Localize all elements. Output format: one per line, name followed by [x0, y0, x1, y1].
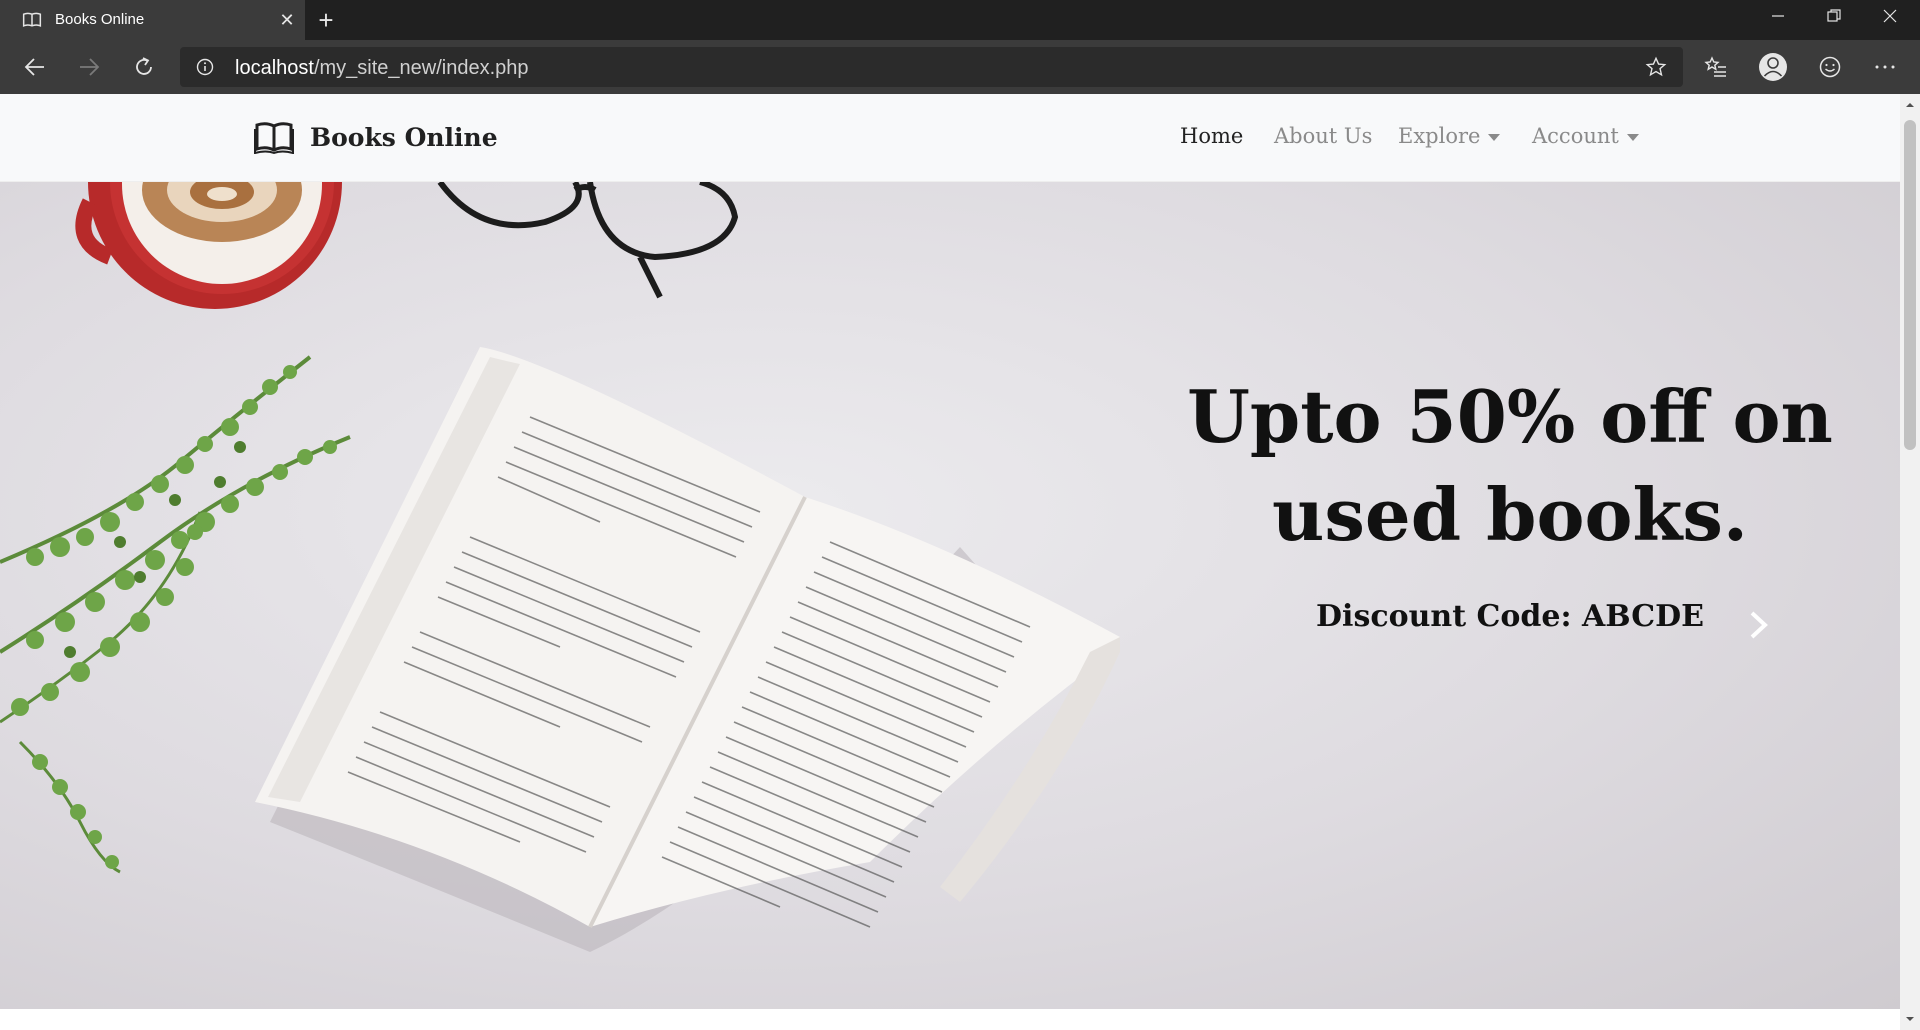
nav-explore-label: Explore	[1398, 124, 1481, 148]
page-viewport: Books Online Home About Us Explore Accou…	[0, 94, 1900, 1030]
minimize-icon	[1772, 15, 1784, 17]
nav-about-us[interactable]: About Us	[1274, 124, 1372, 148]
restore-button[interactable]	[1806, 0, 1862, 32]
nav-explore-dropdown[interactable]: Explore	[1398, 124, 1501, 148]
close-tab-icon[interactable]: ✕	[279, 10, 295, 30]
close-icon	[1883, 9, 1897, 23]
glasses-image	[437, 182, 739, 299]
tab-title: Books Online	[55, 11, 145, 28]
smiley-icon	[1819, 56, 1841, 78]
book-open-icon	[254, 122, 294, 154]
scroll-up-icon[interactable]	[1905, 100, 1915, 110]
more-button[interactable]	[1868, 51, 1902, 83]
minimize-button[interactable]	[1750, 0, 1806, 32]
caret-down-icon	[1488, 134, 1501, 141]
browser-tab[interactable]: Books Online ✕	[0, 0, 305, 40]
profile-icon	[1759, 53, 1787, 81]
page-scrollbar[interactable]	[1900, 94, 1920, 1030]
back-button[interactable]	[18, 51, 52, 83]
feedback-button[interactable]	[1813, 51, 1847, 83]
hero-background-image	[0, 182, 1120, 952]
browser-toolbar: localhost/my_site_new/index.php	[0, 40, 1920, 94]
favorites-list-icon	[1704, 56, 1726, 77]
browser-tab-bar: Books Online ✕ +	[0, 0, 1920, 40]
chevron-right-icon	[1750, 611, 1768, 639]
nav-account-dropdown[interactable]: Account	[1532, 124, 1639, 148]
forward-button[interactable]	[72, 51, 106, 83]
profile-button[interactable]	[1756, 51, 1790, 83]
nav-about-label: About Us	[1274, 124, 1373, 148]
address-bar[interactable]: localhost/my_site_new/index.php	[180, 47, 1683, 87]
info-icon[interactable]	[196, 58, 214, 76]
brand[interactable]: Books Online	[254, 120, 498, 154]
scrollbar-thumb[interactable]	[1904, 120, 1916, 450]
hero-carousel: Upto 50% off on used books. Discount Cod…	[0, 182, 1900, 1009]
scroll-down-icon[interactable]	[1905, 1014, 1915, 1024]
brand-name: Books Online	[310, 122, 498, 152]
hero-headline: Upto 50% off on used books.	[1180, 368, 1840, 564]
url-path: /my_site_new/index.php	[313, 57, 529, 79]
nav-home[interactable]: Home	[1180, 124, 1243, 148]
hero-headline-line-2: used books.	[1272, 472, 1748, 557]
refresh-icon	[136, 57, 152, 75]
url-text[interactable]: localhost/my_site_new/index.php	[235, 57, 529, 80]
book-open-icon	[22, 12, 42, 27]
caret-down-icon	[1626, 134, 1639, 141]
restore-icon	[1827, 9, 1841, 22]
refresh-button[interactable]	[127, 51, 161, 83]
url-host: localhost	[235, 57, 314, 79]
nav-account-label: Account	[1532, 124, 1619, 148]
favorites-button[interactable]	[1699, 51, 1733, 83]
star-icon[interactable]	[1645, 56, 1667, 78]
arrow-left-icon	[24, 58, 44, 76]
site-navbar: Books Online Home About Us Explore Accou…	[0, 94, 1900, 182]
new-tab-button[interactable]: +	[314, 6, 338, 34]
nav-home-label: Home	[1180, 124, 1244, 148]
hero-headline-line-1: Upto 50% off on	[1187, 374, 1833, 459]
carousel-next-button[interactable]	[1740, 607, 1776, 643]
more-icon	[1875, 65, 1895, 69]
coffee-cup-image	[75, 182, 342, 309]
arrow-right-icon	[80, 58, 100, 76]
close-window-button[interactable]	[1862, 0, 1918, 32]
